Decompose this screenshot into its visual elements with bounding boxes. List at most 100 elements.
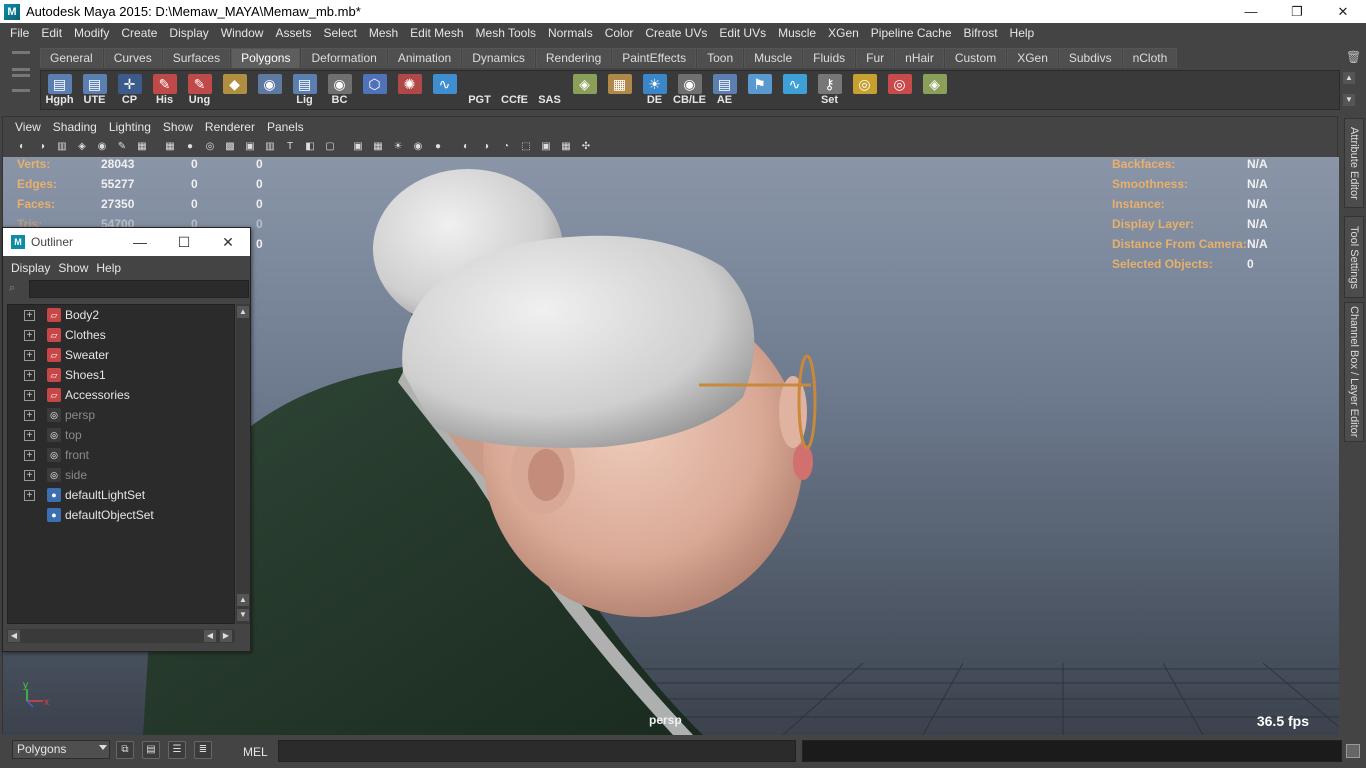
viewport-menu-view[interactable]: View (9, 120, 47, 134)
shelf-button-ung[interactable]: ✎ Ung (183, 72, 216, 108)
viewport-tool-icon[interactable]: ▣ (537, 139, 555, 155)
menu-modify[interactable]: Modify (68, 26, 115, 40)
shelf-scroll[interactable]: ▲ ▼ (1342, 72, 1356, 108)
viewport-tool-icon[interactable]: ▢ (321, 139, 339, 155)
viewport-menu-show[interactable]: Show (157, 120, 199, 134)
menu-xgen[interactable]: XGen (822, 26, 865, 40)
shelf-button-ccfe[interactable]: CCfE (498, 72, 531, 108)
outliner-maximize-button[interactable]: ☐ (162, 234, 206, 251)
outliner-menu-display[interactable]: Display (7, 261, 54, 275)
shelf-tab-fluids[interactable]: Fluids (803, 48, 856, 68)
expand-icon[interactable]: + (24, 409, 35, 421)
shelf-button-tool-6[interactable]: ◉ (253, 72, 286, 108)
shelf-button-pgt[interactable]: PGT (463, 72, 496, 108)
outliner-item-defaultlightset[interactable]: + ● defaultLightSet (8, 485, 234, 505)
outliner-minimize-button[interactable]: — (118, 234, 162, 250)
minimize-button[interactable]: — (1228, 0, 1274, 23)
restore-button[interactable]: ❐ (1274, 0, 1320, 23)
script-list-icon[interactable]: ≣ (194, 741, 212, 759)
script-language-toggle[interactable]: MEL (243, 745, 268, 759)
scroll-right-icon[interactable]: ▶ (220, 630, 232, 642)
expand-icon[interactable]: + (24, 449, 35, 461)
shelf-button-set[interactable]: ⚷ Set (813, 72, 846, 108)
scroll-up-icon[interactable]: ▲ (237, 306, 249, 318)
expand-icon[interactable]: + (24, 489, 35, 501)
menu-edit[interactable]: Edit (35, 26, 68, 40)
command-input[interactable] (278, 740, 796, 762)
shelf-button-tool-15[interactable]: ◈ (568, 72, 601, 108)
shelf-button-ute[interactable]: ▤ UTE (78, 72, 111, 108)
shelf-tab-general[interactable]: General (40, 48, 103, 68)
shelf-button-tool-11[interactable]: ∿ (428, 72, 461, 108)
menu-set-selector[interactable]: Polygons (12, 740, 110, 759)
viewport-tool-icon[interactable]: ◑ (33, 139, 51, 155)
menu-file[interactable]: File (4, 26, 35, 40)
expand-icon[interactable]: + (24, 369, 35, 381)
viewport-tool-icon[interactable]: ☀ (389, 139, 407, 155)
viewport-tool-icon[interactable]: ◑ (477, 139, 495, 155)
shelf-tab-deformation[interactable]: Deformation (301, 48, 387, 68)
scroll-left-icon[interactable]: ◀ (204, 630, 216, 642)
shelf-tab-dynamics[interactable]: Dynamics (462, 48, 535, 68)
outliner-item-defaultobjectset[interactable]: ● defaultObjectSet (8, 505, 234, 525)
outliner-item-clothes[interactable]: + ▱ Clothes (8, 325, 234, 345)
menu-color[interactable]: Color (599, 26, 640, 40)
viewport-tool-icon[interactable]: ▦ (557, 139, 575, 155)
outliner-item-shoes1[interactable]: + ▱ Shoes1 (8, 365, 234, 385)
menu-create-uvs[interactable]: Create UVs (639, 26, 713, 40)
shelf-tab-animation[interactable]: Animation (387, 48, 462, 68)
shelf-button-tool-20[interactable]: ⚑ (743, 72, 776, 108)
outliner-item-front[interactable]: + ◎ front (8, 445, 234, 465)
viewport-tool-icon[interactable]: ▦ (369, 139, 387, 155)
render-view-icon[interactable]: ▤ (142, 741, 160, 759)
expand-icon[interactable]: + (24, 309, 35, 321)
viewport-menu-shading[interactable]: Shading (47, 120, 103, 134)
snap-icon[interactable]: ⧉ (116, 741, 134, 759)
viewport-tool-icon[interactable]: ◎ (201, 139, 219, 155)
outliner-item-persp[interactable]: + ◎ persp (8, 405, 234, 425)
scroll-left-icon[interactable]: ◀ (8, 630, 20, 642)
outliner-menu-help[interactable]: Help (92, 261, 125, 275)
menu-window[interactable]: Window (215, 26, 270, 40)
shelf-button-lig[interactable]: ▤ Lig (288, 72, 321, 108)
shelf-tab-surfaces[interactable]: Surfaces (162, 48, 231, 68)
menu-assets[interactable]: Assets (269, 26, 317, 40)
viewport-tool-icon[interactable]: ◉ (93, 139, 111, 155)
viewport-tool-icon[interactable]: ● (429, 139, 447, 155)
shelf-button-tool-25[interactable]: ◈ (918, 72, 951, 108)
expand-icon[interactable]: + (24, 429, 35, 441)
list-icon[interactable]: ☰ (168, 741, 186, 759)
close-button[interactable]: ✕ (1320, 0, 1366, 23)
menu-help[interactable]: Help (1004, 26, 1041, 40)
viewport-tool-icon[interactable]: ▩ (221, 139, 239, 155)
shelf-scroll-up-icon[interactable]: ▲ (1343, 72, 1355, 84)
shelf-tab-custom[interactable]: Custom (944, 48, 1007, 68)
expand-icon[interactable]: + (24, 349, 35, 361)
shelf-tab-polygons[interactable]: Polygons (231, 48, 301, 68)
menu-muscle[interactable]: Muscle (772, 26, 822, 40)
shelf-tab-rendering[interactable]: Rendering (535, 48, 612, 68)
menu-edit-mesh[interactable]: Edit Mesh (404, 26, 469, 40)
shelf-tab-painteffects[interactable]: PaintEffects (612, 48, 697, 68)
menu-select[interactable]: Select (317, 26, 362, 40)
menu-mesh[interactable]: Mesh (363, 26, 404, 40)
expand-icon[interactable]: + (24, 469, 35, 481)
shelf-tab-nhair[interactable]: nHair (895, 48, 944, 68)
menu-display[interactable]: Display (163, 26, 214, 40)
shelf-button-cb-le[interactable]: ◉ CB/LE (673, 72, 706, 108)
viewport-menu-lighting[interactable]: Lighting (103, 120, 157, 134)
shelf-button-de[interactable]: ☀ DE (638, 72, 671, 108)
shelf-button-hgph[interactable]: ▤ Hgph (43, 72, 76, 108)
shelf-tab-toon[interactable]: Toon (697, 48, 744, 68)
shelf-button-bc[interactable]: ◉ BC (323, 72, 356, 108)
menu-bifrost[interactable]: Bifrost (958, 26, 1004, 40)
outliner-item-side[interactable]: + ◎ side (8, 465, 234, 485)
shelf-button-tool-24[interactable]: ◎ (883, 72, 916, 108)
viewport-tool-icon[interactable]: ◧ (301, 139, 319, 155)
outliner-item-top[interactable]: + ◎ top (8, 425, 234, 445)
viewport-tool-icon[interactable]: ▣ (241, 139, 259, 155)
viewport-tool-icon[interactable]: ▦ (161, 139, 179, 155)
viewport-menu-panels[interactable]: Panels (261, 120, 310, 134)
shelf-button-tool-16[interactable]: ▦ (603, 72, 636, 108)
expand-icon[interactable]: + (24, 329, 35, 341)
